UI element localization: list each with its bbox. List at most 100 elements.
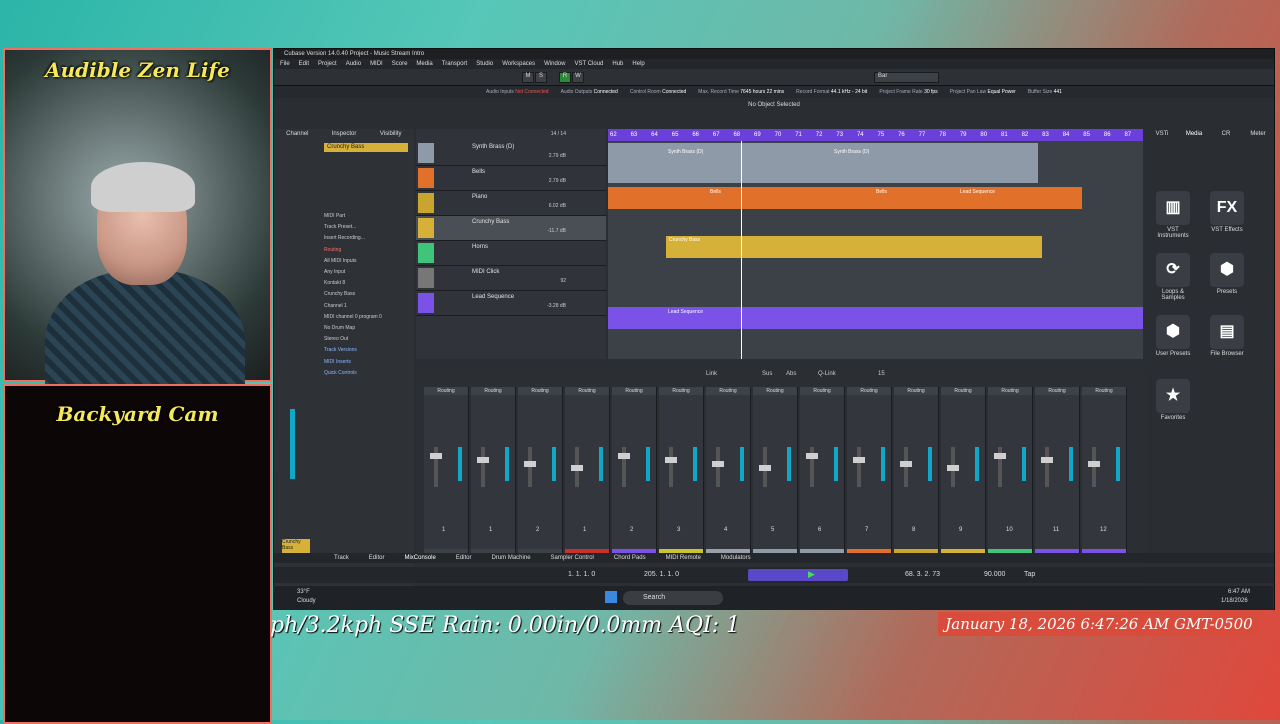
routing-button[interactable]: Routing	[800, 387, 844, 395]
volume-fader[interactable]	[1092, 447, 1096, 487]
fader-cap[interactable]	[618, 453, 630, 459]
output-track-select[interactable]: Crunchy Bass	[324, 289, 408, 300]
mixer-channel-strip[interactable]: Routing8Piano	[894, 387, 939, 563]
fader-cap[interactable]	[571, 465, 583, 471]
routing-button[interactable]: Routing	[894, 387, 938, 395]
inspector-quick-controls[interactable]: Quick Controls	[324, 368, 408, 379]
left-locator[interactable]: 1. 1. 1. 0	[568, 571, 595, 578]
mixer-channel-strip[interactable]: Routing4Yangqin	[706, 387, 751, 563]
menu-vst-cloud[interactable]: VST Cloud	[574, 59, 603, 69]
vst-effects-tile[interactable]: FX VST Effects	[1208, 191, 1246, 233]
volume-fader[interactable]	[857, 447, 861, 487]
tab-visibility[interactable]: Visibility	[367, 129, 414, 139]
fader-cap[interactable]	[524, 461, 536, 467]
fader-cap[interactable]	[712, 461, 724, 467]
track-name[interactable]: Piano	[472, 194, 487, 200]
mixer-channel-strip[interactable]: Routing1Lead Pad	[565, 387, 610, 563]
menu-score[interactable]: Score	[392, 59, 408, 69]
track-name[interactable]: Synth Brass (D)	[472, 144, 514, 150]
fader-cap[interactable]	[430, 453, 442, 459]
inspector-midi-part[interactable]: MIDI Part	[324, 211, 408, 222]
routing-button[interactable]: Routing	[565, 387, 609, 395]
mixer-channel-strip[interactable]: Routing3Clav/Piano	[659, 387, 704, 563]
mixer-channel-strip[interactable]: Routing1Stereo In	[424, 387, 469, 563]
track-row[interactable]: Bells 2.79 dB	[416, 166, 606, 191]
fader-cap[interactable]	[947, 465, 959, 471]
suspend-toggle[interactable]: Sus	[762, 371, 772, 377]
routing-button[interactable]: Routing	[941, 387, 985, 395]
tab-mixconsole[interactable]: MixConsole	[404, 553, 435, 563]
volume-fader[interactable]	[481, 447, 485, 487]
menu-help[interactable]: Help	[632, 59, 644, 69]
mixer-channel-strip[interactable]: Routing6Synth Brass (D)	[800, 387, 845, 563]
tab-media[interactable]: Media	[1178, 129, 1210, 139]
menu-hub[interactable]: Hub	[612, 59, 623, 69]
windows-start-icon[interactable]	[605, 591, 617, 603]
fader-cap[interactable]	[853, 457, 865, 463]
track-name[interactable]: Lead Sequence	[472, 294, 514, 300]
menu-transport[interactable]: Transport	[442, 59, 467, 69]
mixer-channel-strip[interactable]: Routing1Mono In	[471, 387, 516, 563]
tab-modulators[interactable]: Modulators	[721, 553, 751, 563]
user-presets-tile[interactable]: ⬢ User Presets	[1154, 315, 1192, 357]
volume-fader[interactable]	[669, 447, 673, 487]
routing-button[interactable]: Routing	[988, 387, 1032, 395]
tempo-display[interactable]: 90.000	[984, 571, 1005, 578]
input-channel-select[interactable]: Any Input	[324, 267, 408, 278]
menu-project[interactable]: Project	[318, 59, 337, 69]
qlink-toggle[interactable]: Q-Link	[818, 371, 836, 377]
track-volume[interactable]: 2.79 dB	[549, 153, 566, 159]
track-volume[interactable]: -3.28 dB	[547, 303, 566, 309]
routing-button[interactable]: Routing	[424, 387, 468, 395]
right-locator[interactable]: 205. 1. 1. 0	[644, 571, 679, 578]
tab-editor[interactable]: Editor	[456, 553, 472, 563]
volume-fader[interactable]	[1045, 447, 1049, 487]
solo-button[interactable]: S	[535, 72, 547, 83]
track-row[interactable]: Piano 6.02 dB	[416, 191, 606, 216]
track-volume[interactable]: -11.7 dB	[547, 228, 566, 234]
tray-date[interactable]: 1/18/2026	[1221, 598, 1248, 604]
tab-midi-remote[interactable]: MIDI Remote	[666, 553, 701, 563]
file-browser-tile[interactable]: ▤ File Browser	[1208, 315, 1246, 357]
tap-tempo-button[interactable]: Tap	[1024, 571, 1035, 578]
output-instrument-select[interactable]: Kontakt 8	[324, 278, 408, 289]
menu-midi[interactable]: MIDI	[370, 59, 383, 69]
routing-button[interactable]: Routing	[1035, 387, 1079, 395]
audio-output-select[interactable]: Stereo Out	[324, 334, 408, 345]
inspector-insert-recording[interactable]: Insert Recording...	[324, 233, 408, 244]
fader-cap[interactable]	[1088, 461, 1100, 467]
menu-studio[interactable]: Studio	[476, 59, 493, 69]
write-button[interactable]: W	[572, 72, 584, 83]
inspector-routing-section[interactable]: Routing	[324, 245, 408, 256]
track-name[interactable]: Crunchy Bass	[472, 219, 509, 225]
midi-part[interactable]: Lead Sequence	[608, 307, 1143, 329]
mixer-channel-strip[interactable]: Routing7Bells	[847, 387, 892, 563]
grid-type-select[interactable]: Bar	[874, 72, 939, 83]
routing-button[interactable]: Routing	[1082, 387, 1126, 395]
menu-window[interactable]: Window	[544, 59, 565, 69]
fader-cap[interactable]	[900, 461, 912, 467]
menu-workspaces[interactable]: Workspaces	[502, 59, 535, 69]
mixer-channel-strip[interactable]: Routing2Mono In	[518, 387, 563, 563]
play-icon[interactable]: ▶	[808, 569, 815, 580]
track-volume[interactable]: 6.02 dB	[549, 203, 566, 209]
inspector-track-preset[interactable]: Track Preset...	[324, 222, 408, 233]
mixer-channel-strip[interactable]: Routing9Crunchy Bass	[941, 387, 986, 563]
track-name[interactable]: Horns	[472, 244, 488, 250]
taskbar-search[interactable]: Search	[623, 591, 723, 605]
project-arranger[interactable]: 62 63 64 65 66 67 68 69 70 71 72 73 74 7…	[608, 129, 1143, 359]
menu-edit[interactable]: Edit	[299, 59, 309, 69]
tab-channel[interactable]: Channel	[274, 129, 321, 139]
tab-track[interactable]: Track	[334, 553, 349, 563]
tab-chord-pads[interactable]: Chord Pads	[614, 553, 646, 563]
fader-cap[interactable]	[1041, 457, 1053, 463]
vst-instruments-tile[interactable]: ▥ VST Instruments	[1154, 191, 1192, 239]
tab-vsti[interactable]: VSTi	[1146, 129, 1178, 139]
midi-part[interactable]: Bells Bells Lead Sequence	[608, 187, 1082, 209]
playhead-cursor[interactable]	[741, 141, 742, 359]
track-row-selected[interactable]: Crunchy Bass -11.7 dB	[416, 216, 606, 241]
tab-editor-left[interactable]: Editor	[369, 553, 385, 563]
tray-time[interactable]: 6:47 AM	[1228, 589, 1250, 595]
volume-fader[interactable]	[528, 447, 532, 487]
menu-media[interactable]: Media	[416, 59, 432, 69]
